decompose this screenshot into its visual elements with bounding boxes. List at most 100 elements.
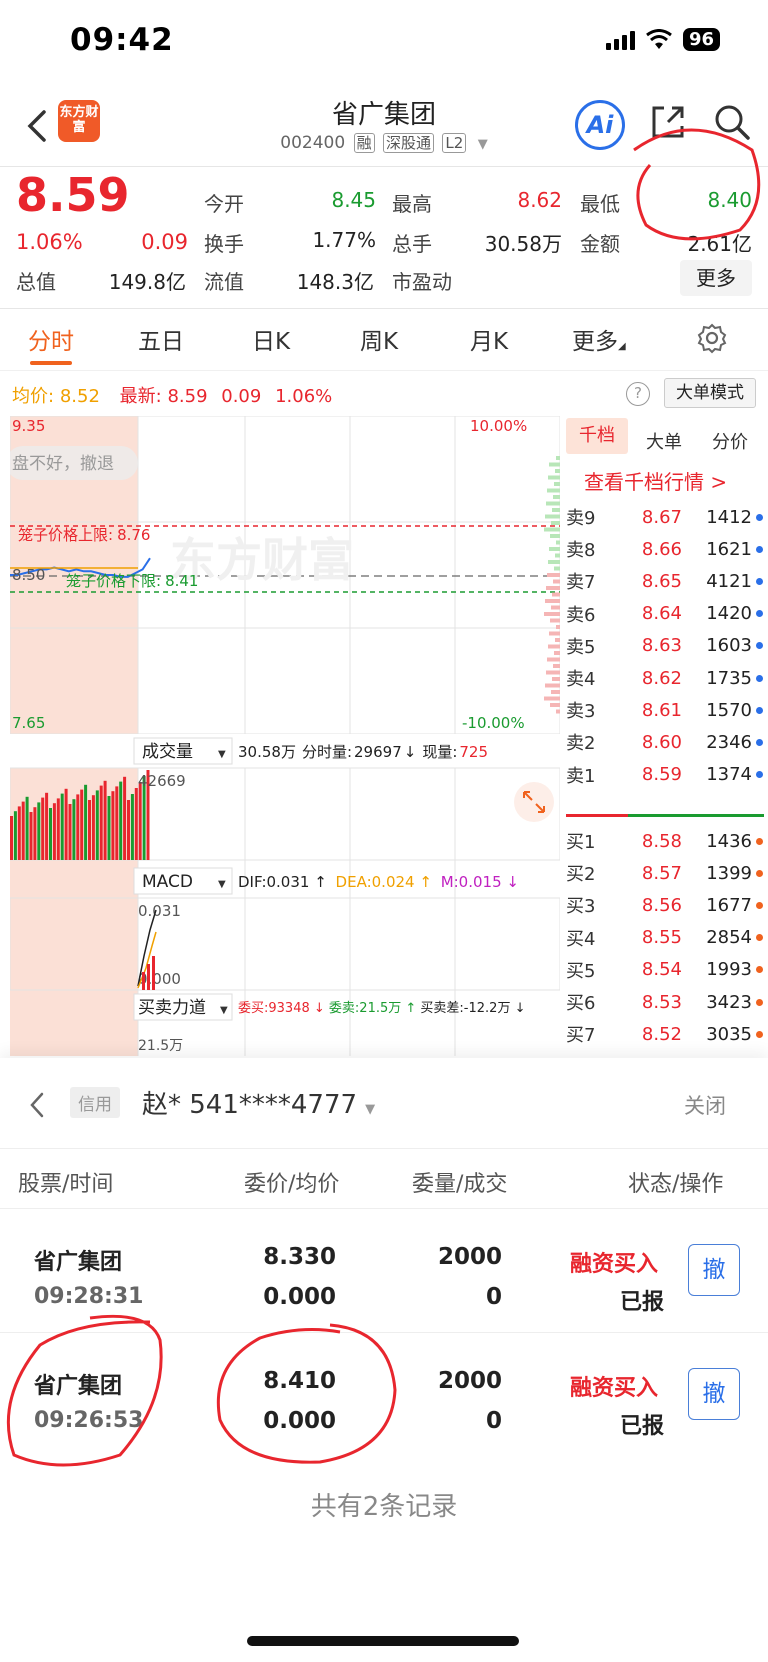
status-dot [756, 610, 763, 618]
ai-assistant-button[interactable]: Ai [575, 100, 625, 150]
l2-tag: L2 [442, 133, 467, 153]
book-price: 8.52 [641, 1023, 682, 1045]
help-icon[interactable]: ? [626, 382, 650, 406]
book-price: 8.58 [641, 830, 682, 852]
change-amount: 0.09 [141, 230, 188, 254]
volume-bar [95, 790, 99, 860]
profile-bar [555, 553, 560, 558]
ask-row[interactable]: 卖4 8.62 1735 [566, 663, 764, 693]
cancel-order-button[interactable]: 撤 [688, 1368, 740, 1420]
latest-pct: 1.06% [275, 386, 333, 407]
ask-row[interactable]: 卖8 8.66 1621 [566, 534, 764, 564]
book-level-label: 买3 [566, 896, 596, 918]
ask-row[interactable]: 卖5 8.63 1603 [566, 631, 764, 661]
cancel-order-button[interactable]: 撤 [688, 1244, 740, 1296]
book-price: 8.60 [641, 731, 682, 753]
book-price: 8.67 [641, 506, 682, 528]
more-button[interactable]: 更多 [680, 260, 752, 296]
ask-row[interactable]: 卖3 8.61 1570 [566, 695, 764, 725]
dropdown-caret-icon[interactable]: ▼ [478, 137, 488, 152]
ask-row[interactable]: 卖6 8.64 1420 [566, 599, 764, 629]
big-order-mode-button[interactable]: 大单模式 [664, 378, 756, 408]
profile-bar [556, 709, 560, 714]
tab-intraday[interactable]: 分时 [28, 322, 74, 356]
bid-row[interactable]: 买3 8.56 1677 [566, 890, 764, 920]
tab-more[interactable]: 更多◢ [572, 322, 626, 356]
settings-gear-icon[interactable] [696, 322, 728, 354]
share-icon[interactable] [648, 102, 688, 142]
tab-order-book-depth[interactable]: 千档 [566, 418, 628, 454]
order-row[interactable]: 省广集团 09:26:53 8.410 0.000 2000 0 融资买入 已报… [0, 1332, 768, 1456]
book-price: 8.66 [641, 538, 682, 560]
ask-row[interactable]: 卖1 8.59 1374 [566, 760, 764, 790]
expand-button[interactable] [514, 782, 554, 822]
tab-monthly-k[interactable]: 月K [470, 322, 508, 356]
ask-row[interactable]: 卖2 8.60 2346 [566, 727, 764, 757]
account-selector[interactable]: 赵* 541****4777 ▼ [142, 1084, 375, 1121]
volume-bar [99, 785, 103, 860]
intraday-chart[interactable]: 东方财富 9.35 8.50 7.65 10.00% -10.00% 笼子价格上… [10, 416, 560, 1056]
bid-row[interactable]: 买1 8.58 1436 [566, 826, 764, 856]
bid-row[interactable]: 买6 8.53 3423 [566, 987, 764, 1017]
book-volume: 1621 [682, 539, 752, 563]
bid-row[interactable]: 买5 8.54 1993 [566, 955, 764, 985]
selector-caret-icon: ▼ [220, 1005, 228, 1016]
tab-five-day[interactable]: 五日 [138, 322, 184, 356]
credit-tag: 信用 [70, 1087, 120, 1118]
bid-row[interactable]: 买2 8.57 1399 [566, 858, 764, 888]
avg-price-value: 8.52 [59, 386, 100, 407]
volume-bar [37, 802, 41, 860]
book-volume: 1374 [682, 764, 752, 789]
ask-row[interactable]: 卖9 8.67 1412 [566, 502, 764, 532]
order-row[interactable]: 省广集团 09:28:31 8.330 0.000 2000 0 融资买入 已报… [0, 1208, 768, 1332]
book-volume-value: 1735 [706, 667, 752, 689]
book-volume: 1436 [682, 831, 752, 855]
ask-row[interactable]: 卖7 8.65 4121 [566, 566, 764, 596]
profile-bar [552, 508, 560, 512]
quote-label: 市盈动 [392, 270, 452, 294]
bid-row[interactable]: 买7 8.52 3035 [566, 1019, 764, 1049]
volume-bar [127, 800, 130, 860]
view-depth-link[interactable]: 查看千档行情 > [584, 466, 727, 495]
volume-bar [123, 776, 127, 860]
close-button[interactable]: 关闭 [684, 1090, 726, 1120]
order-status: 已报 [620, 1414, 665, 1439]
profile-bar [552, 677, 560, 681]
profile-bar [553, 495, 560, 499]
status-dot [756, 998, 763, 1006]
search-icon[interactable] [712, 102, 752, 142]
quote-value: 8.45 [331, 188, 376, 212]
book-volume-value: 1570 [706, 699, 752, 721]
volume-bar [103, 780, 107, 860]
back-arrow-icon[interactable] [26, 1090, 48, 1120]
order-time: 09:26:53 [34, 1408, 144, 1433]
divider [0, 166, 768, 167]
volume-bar [80, 789, 84, 860]
volume-bar [13, 811, 17, 860]
book-volume-value: 4121 [706, 570, 752, 592]
tab-price-distribution[interactable]: 分价 [712, 428, 748, 454]
status-dot [756, 1030, 763, 1038]
book-volume: 1735 [682, 667, 752, 692]
quote-value: 30.58万 [484, 232, 562, 256]
volume-bar [25, 796, 29, 860]
order-type: 融资买入 [570, 1252, 659, 1277]
volume-bar [88, 800, 91, 860]
profile-bar [548, 475, 560, 480]
wifi-icon [646, 28, 672, 49]
connect-tag: 深股通 [383, 133, 435, 153]
book-level-label: 卖7 [566, 572, 596, 594]
quote-value: 149.8亿 [108, 270, 186, 294]
tab-big-orders[interactable]: 大单 [646, 428, 682, 454]
macd-info: DIF:0.031 ↑ DEA:0.024 ↑ M:0.015 ↓ [238, 873, 519, 891]
profile-bar [549, 631, 560, 636]
book-level-label: 买7 [566, 1025, 596, 1047]
tab-weekly-k[interactable]: 周K [360, 322, 398, 356]
volume-bar [64, 788, 68, 860]
tab-more-label: 更多 [572, 329, 618, 355]
home-indicator[interactable] [247, 1636, 519, 1646]
tab-daily-k[interactable]: 日K [252, 322, 290, 356]
profile-bar [545, 599, 560, 603]
order-qty: 2000 [437, 1244, 502, 1270]
bid-row[interactable]: 买4 8.55 2854 [566, 923, 764, 953]
